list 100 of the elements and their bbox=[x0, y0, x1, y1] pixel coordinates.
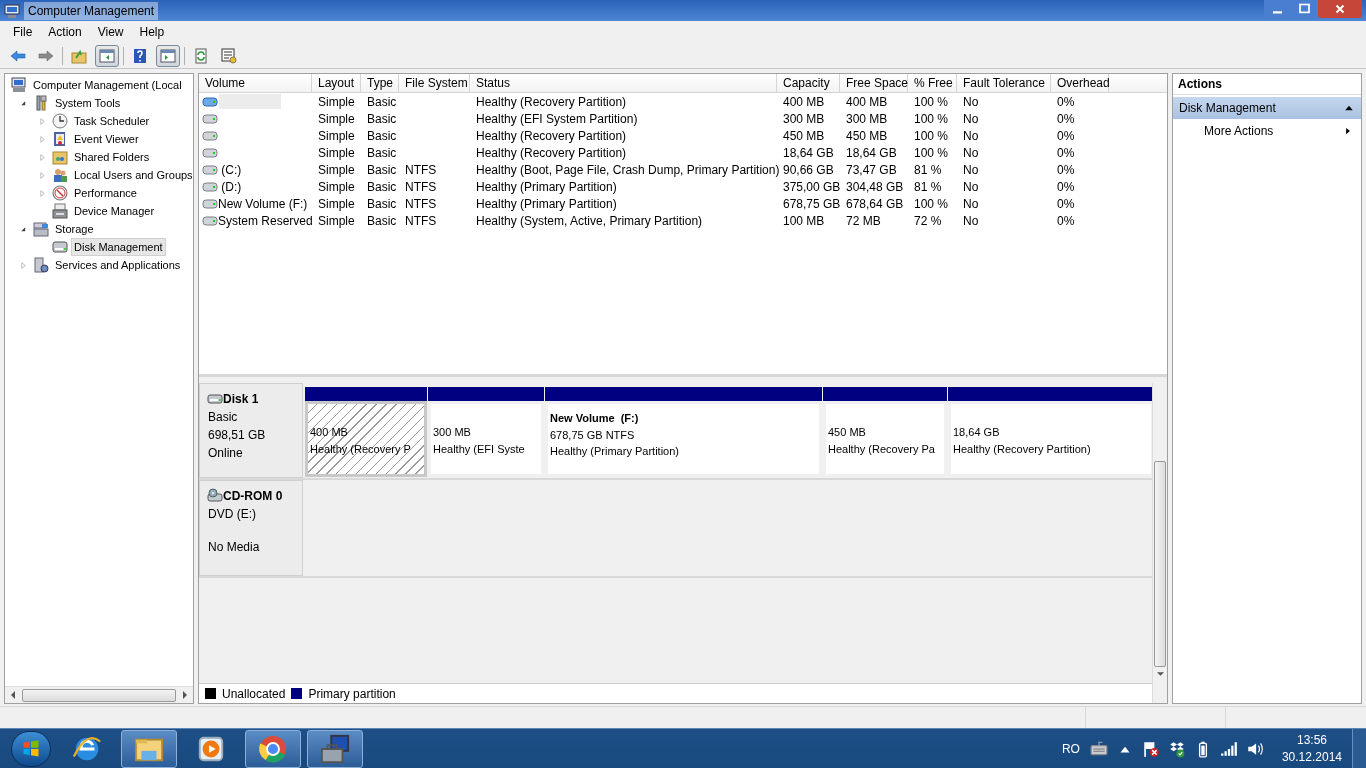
column-header[interactable]: Status bbox=[470, 74, 777, 92]
tree-item[interactable]: Disk Management bbox=[71, 237, 166, 257]
partition-block[interactable]: 18,64 GB Healthy (Recovery Partition) bbox=[948, 387, 1154, 477]
table-cell-text: 18,64 GB bbox=[783, 144, 834, 162]
tree-item[interactable]: Services and Applications bbox=[52, 255, 184, 275]
tree-item[interactable]: Computer Management (Local bbox=[30, 75, 185, 95]
partition-block[interactable]: 400 MB Healthy (Recovery P bbox=[305, 387, 427, 477]
language-indicator[interactable]: RO bbox=[1061, 739, 1080, 758]
clock-time[interactable]: 13:56 bbox=[1296, 731, 1327, 749]
tree-item[interactable]: Local Users and Groups bbox=[71, 165, 193, 185]
table-cell-text: 0% bbox=[1057, 195, 1075, 213]
table-cell-text: 100 % bbox=[914, 110, 949, 128]
maximize-icon[interactable] bbox=[1291, 0, 1318, 18]
tree-item[interactable]: Shared Folders bbox=[71, 147, 153, 167]
table-cell-text: Simple bbox=[318, 144, 355, 162]
column-header[interactable]: Volume bbox=[199, 74, 312, 92]
table-cell-text: 300 MB bbox=[846, 110, 888, 128]
table-cell-text: No bbox=[963, 144, 979, 162]
computer-icon bbox=[4, 2, 20, 19]
show-desktop-button[interactable] bbox=[1352, 728, 1366, 768]
table-cell-text: Healthy (Primary Partition) bbox=[476, 178, 617, 196]
minimize-icon[interactable] bbox=[1264, 0, 1291, 18]
tree-item[interactable]: Performance bbox=[71, 183, 140, 203]
table-cell-text: 678,64 GB bbox=[846, 195, 904, 213]
table-cell-text: 0% bbox=[1057, 127, 1075, 145]
table-cell-text: 100 % bbox=[914, 144, 949, 162]
table-cell-text: No bbox=[963, 93, 979, 111]
tools-icon bbox=[33, 95, 49, 111]
tree-item[interactable]: Task Scheduler bbox=[71, 111, 153, 131]
tree-item[interactable]: Event Viewer bbox=[71, 129, 142, 149]
partition-block[interactable]: New Volume (F:) 678,75 GB NTFS Healthy (Primary Partition) bbox=[545, 387, 822, 477]
table-cell-text: 100 % bbox=[914, 127, 949, 145]
close-button[interactable] bbox=[1318, 0, 1362, 18]
signal-bars-icon[interactable] bbox=[1219, 739, 1238, 758]
table-cell-text: No bbox=[963, 195, 979, 213]
start-button[interactable] bbox=[11, 730, 51, 767]
sync-check-icon[interactable] bbox=[1167, 739, 1186, 758]
clock-date[interactable]: 30.12.2014 bbox=[1281, 748, 1342, 766]
table-cell-text: 72 % bbox=[914, 212, 942, 230]
table-cell-text: 450 MB bbox=[846, 127, 888, 145]
table-cell-text: Basic bbox=[367, 144, 397, 162]
table-cell-text: No bbox=[963, 110, 979, 128]
disk-label-panel[interactable]: CD-ROM 0 DVD (E:) No Media bbox=[199, 480, 303, 576]
column-header[interactable]: Fault Tolerance bbox=[957, 74, 1051, 92]
action-item[interactable]: More Actions bbox=[1173, 119, 1361, 143]
column-header[interactable]: Overhead bbox=[1051, 74, 1109, 92]
disk-drive-icon bbox=[52, 239, 68, 255]
table-cell-text: Healthy (EFI System Partition) bbox=[476, 110, 638, 128]
column-header[interactable]: Capacity bbox=[777, 74, 840, 92]
tree-item[interactable]: Device Manager bbox=[71, 201, 158, 221]
partition-block[interactable]: 300 MB Healthy (EFI Syste bbox=[428, 387, 544, 477]
column-header[interactable]: Layout bbox=[312, 74, 361, 92]
menu-item[interactable]: File bbox=[6, 23, 40, 41]
menu-item[interactable]: View bbox=[90, 23, 131, 41]
taskbar-button[interactable] bbox=[121, 729, 177, 768]
menu-item[interactable]: Action bbox=[41, 23, 89, 41]
actions-section-header[interactable]: Disk Management bbox=[1173, 97, 1361, 119]
column-header[interactable]: File System bbox=[399, 74, 470, 92]
tree-item[interactable]: System Tools bbox=[52, 93, 124, 113]
table-cell-text: 0% bbox=[1057, 161, 1075, 179]
selected-volume-cell[interactable] bbox=[219, 94, 281, 109]
users-icon bbox=[52, 167, 68, 183]
partition-info: Healthy (Recovery Pa bbox=[828, 441, 936, 457]
folder-up-icon bbox=[71, 47, 87, 64]
table-cell-text: 18,64 GB bbox=[846, 144, 897, 162]
partition-info: 450 MB bbox=[828, 425, 867, 440]
event-log-icon bbox=[52, 131, 68, 147]
computer-toolbox-icon bbox=[320, 733, 350, 764]
flag-error-icon[interactable] bbox=[1141, 739, 1160, 758]
table-cell-text: Basic bbox=[367, 110, 397, 128]
partition-info: 678,75 GB NTFS bbox=[550, 427, 636, 443]
vertical-scrollbar[interactable] bbox=[1152, 383, 1167, 703]
gauge-icon bbox=[52, 185, 68, 201]
taskbar-button[interactable] bbox=[245, 729, 301, 768]
panel-left-button[interactable] bbox=[95, 44, 119, 67]
disk-info: Online bbox=[208, 445, 244, 462]
scrollbar-thumb[interactable] bbox=[1154, 461, 1166, 667]
column-header[interactable]: % Free bbox=[908, 74, 957, 92]
scrollbar-thumb[interactable] bbox=[22, 688, 176, 702]
clock-icon bbox=[52, 113, 68, 129]
disk-info: DVD (E:) bbox=[208, 506, 257, 523]
table-cell-text: New Volume (F:) bbox=[218, 195, 308, 213]
menu-item[interactable]: Help bbox=[132, 23, 172, 41]
column-header[interactable]: Free Space bbox=[840, 74, 908, 92]
computer-icon bbox=[11, 77, 27, 93]
close-icon bbox=[1333, 2, 1347, 16]
table-cell-text: Simple bbox=[318, 110, 355, 128]
keyboard-icon[interactable] bbox=[1089, 739, 1108, 758]
disk-name: CD-ROM 0 bbox=[223, 488, 283, 505]
panel-right-button[interactable] bbox=[156, 44, 180, 67]
tree-item[interactable]: Storage bbox=[52, 219, 97, 239]
column-header[interactable]: Type bbox=[361, 74, 399, 92]
taskbar-button[interactable] bbox=[307, 729, 363, 768]
table-cell-text: 90,66 GB bbox=[783, 161, 834, 179]
panel-left-icon bbox=[99, 47, 115, 64]
horizontal-scrollbar[interactable] bbox=[5, 686, 193, 703]
partition-block[interactable]: 450 MB Healthy (Recovery Pa bbox=[823, 387, 947, 477]
table-cell-text: 73,47 GB bbox=[846, 161, 897, 179]
disk-label-panel[interactable]: Disk 1 Basic 698,51 GB Online bbox=[199, 383, 303, 478]
table-cell-text: 0% bbox=[1057, 144, 1075, 162]
